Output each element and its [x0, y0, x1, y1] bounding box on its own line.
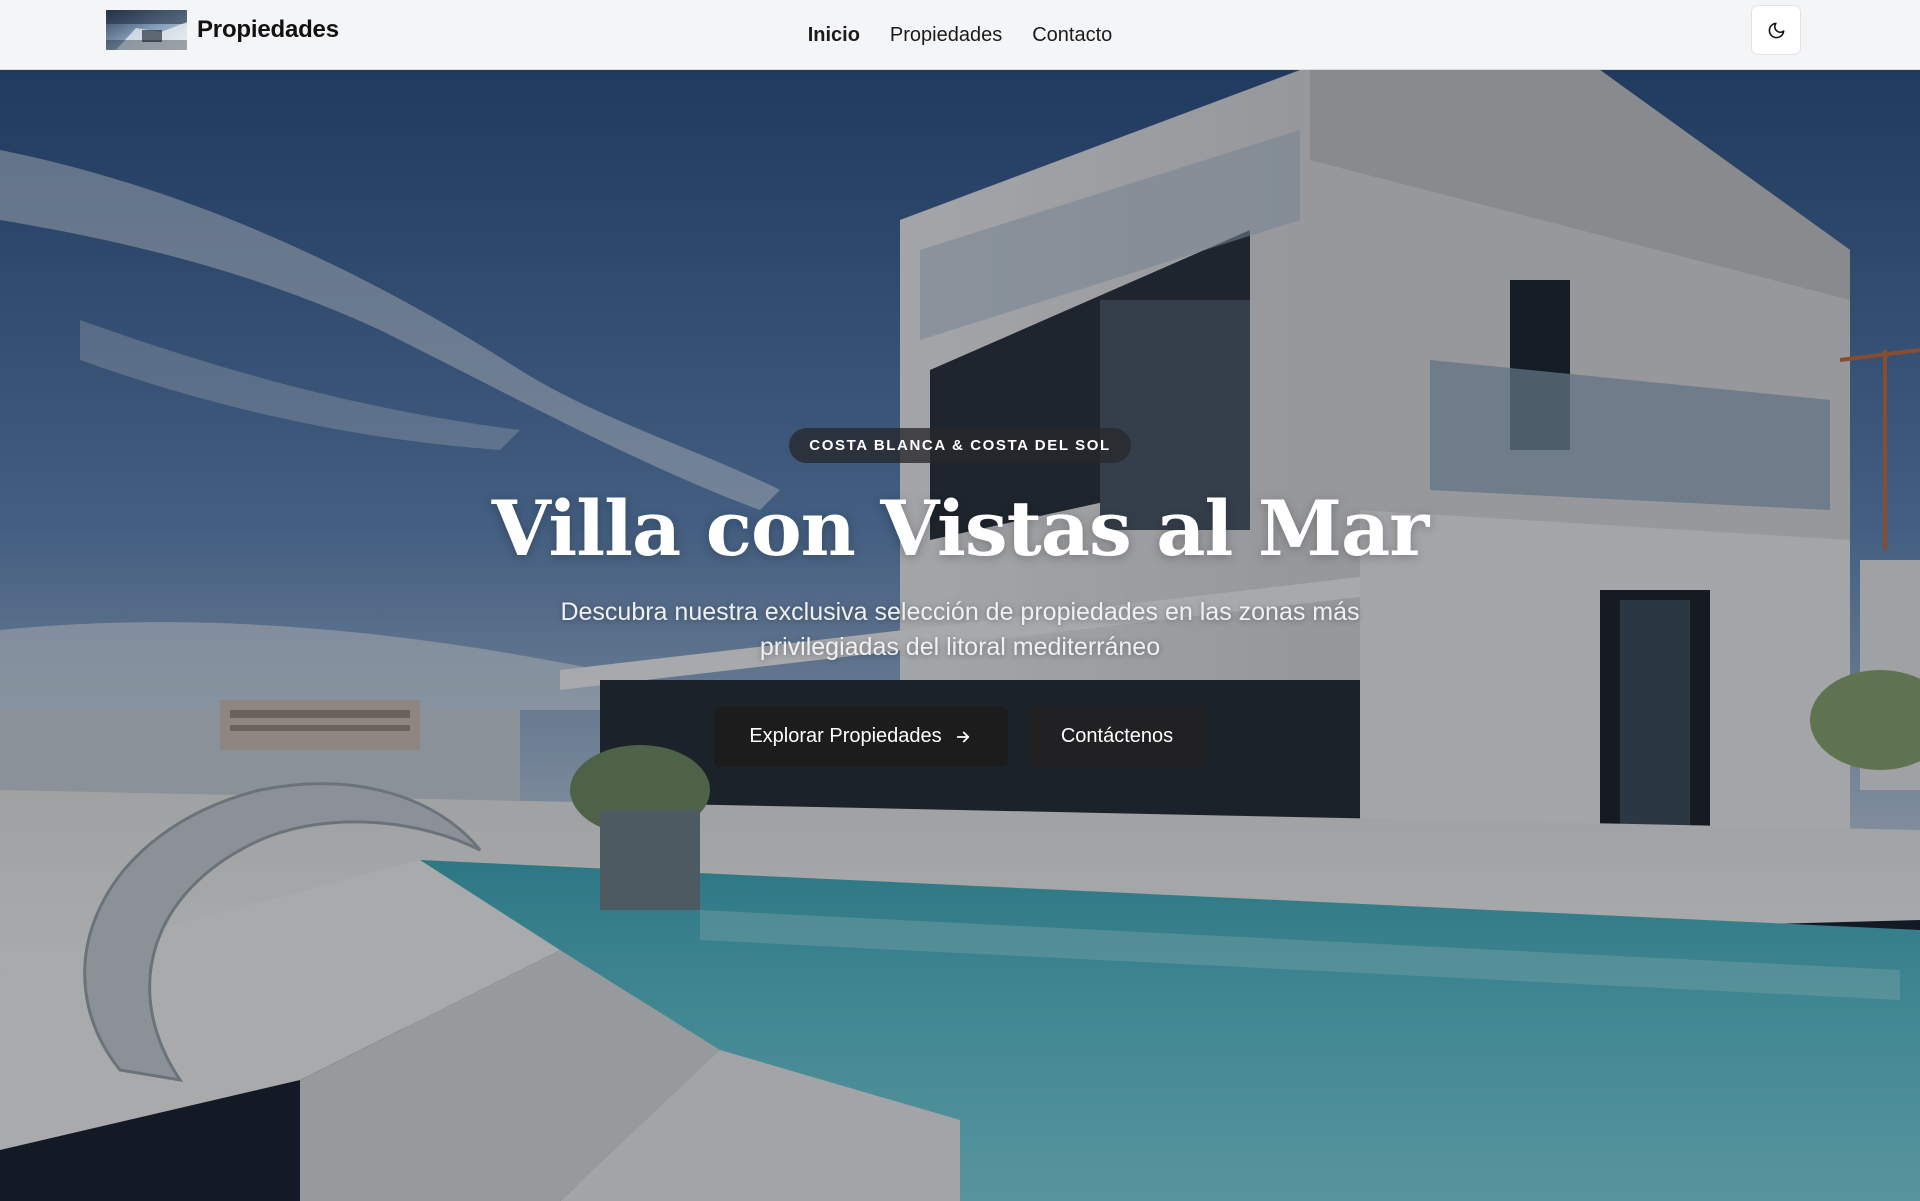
- theme-toggle-button[interactable]: [1751, 5, 1801, 55]
- explore-properties-button[interactable]: Explorar Propiedades: [713, 706, 1008, 767]
- region-badge: COSTA BLANCA & COSTA DEL SOL: [789, 428, 1131, 463]
- arrow-right-icon: [956, 731, 969, 742]
- brand-logo-link[interactable]: Propiedades: [106, 10, 339, 50]
- nav-link-inicio[interactable]: Inicio: [808, 24, 860, 47]
- brand-name: Propiedades: [197, 16, 339, 43]
- hero-subtitle: Descubra nuestra exclusiva selección de …: [560, 597, 1360, 661]
- contact-us-button[interactable]: Contáctenos: [1027, 706, 1207, 767]
- hero-section: COSTA BLANCA & COSTA DEL SOL Villa con V…: [0, 70, 1920, 1201]
- logo-thumbnail-image: [106, 10, 187, 50]
- nav-link-contacto[interactable]: Contacto: [1032, 24, 1112, 47]
- contact-us-label: Contáctenos: [1060, 725, 1174, 748]
- hero-title: Villa con Vistas al Mar: [491, 484, 1429, 573]
- hero-content: COSTA BLANCA & COSTA DEL SOL Villa con V…: [0, 428, 1920, 767]
- hero-actions: Explorar Propiedades Contáctenos: [713, 706, 1207, 767]
- explore-properties-label: Explorar Propiedades: [749, 725, 942, 748]
- moon-icon: [1768, 22, 1784, 38]
- nav-link-propiedades[interactable]: Propiedades: [890, 24, 1002, 47]
- site-header: Propiedades Inicio Propiedades Contacto: [0, 0, 1920, 70]
